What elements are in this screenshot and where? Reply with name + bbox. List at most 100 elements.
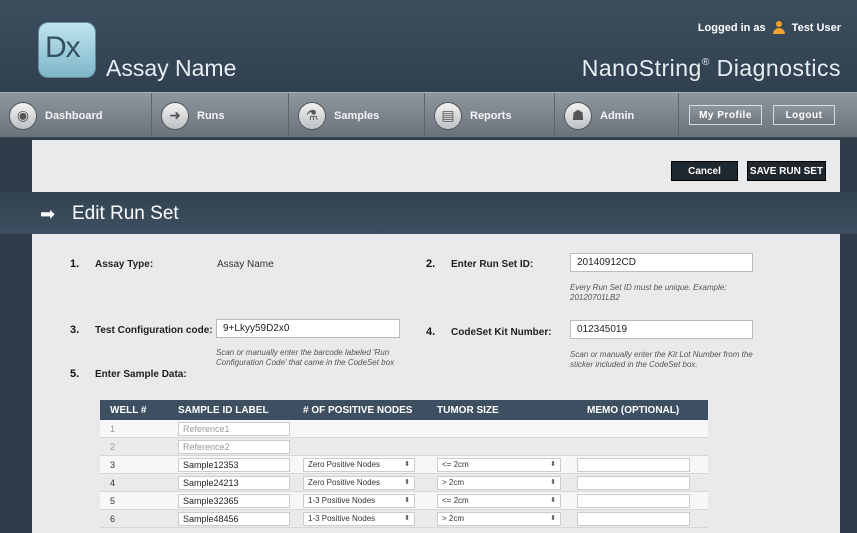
admin-icon: ☗ — [564, 101, 592, 130]
col-well: WELL # — [110, 404, 147, 416]
run-set-id-hint-line2: 20120701LB2 — [570, 293, 620, 302]
run-set-id-input[interactable]: 20140912CD — [570, 253, 753, 272]
well-number: 2 — [110, 441, 116, 452]
run-set-id-hint-line1: Every Run Set ID must be unique. Example… — [570, 283, 727, 292]
col-memo: MEMO (OPTIONAL) — [587, 404, 680, 416]
save-run-set-button[interactable]: SAVE RUN SET — [747, 161, 826, 181]
well-number: 1 — [110, 423, 116, 434]
page-title: Edit Run Set — [72, 203, 179, 224]
memo-input[interactable] — [577, 511, 690, 526]
select-arrows-icon: ⬍ — [550, 460, 556, 468]
table-row: 3 Sample12353 Zero Positive Nodes ⬍ <= 2c… — [100, 456, 708, 474]
sample-id-input[interactable]: Sample24213 — [178, 475, 290, 490]
main-content: Cancel SAVE RUN SET ➡ Edit Run Set 1. As… — [0, 140, 857, 533]
registered-mark: ® — [701, 57, 710, 68]
dx-logo: Dx — [38, 22, 96, 78]
nav-label: Dashboard — [45, 109, 103, 122]
select-arrows-icon: ⬍ — [404, 496, 410, 504]
select-arrows-icon: ⬍ — [404, 514, 410, 522]
sample-id-input[interactable]: Sample32365 — [178, 493, 290, 508]
app-header: Dx Assay Name Logged in as Test User Nan… — [0, 0, 857, 92]
step-number: 3. — [70, 324, 80, 336]
well-number: 5 — [110, 495, 116, 506]
well-number: 3 — [110, 459, 116, 470]
positive-nodes-select[interactable]: 1-3 Positive Nodes ⬍ — [303, 511, 415, 526]
user-icon — [772, 21, 786, 35]
logout-button[interactable]: Logout — [773, 105, 835, 125]
login-status: Logged in as Test User — [698, 21, 841, 35]
memo-input[interactable] — [577, 457, 690, 472]
well-number: 4 — [110, 477, 116, 488]
codeset-kit-hint-line1: Scan or manually enter the Kit Lot Numbe… — [570, 350, 753, 359]
main-nav: ◉ Dashboard ➜ Runs ⚗ Samples ▤ Reports ☗… — [0, 92, 857, 138]
sample-id-input[interactable]: Sample48456 — [178, 511, 290, 526]
positive-nodes-select[interactable]: Zero Positive Nodes ⬍ — [303, 475, 415, 490]
runs-icon: ➜ — [161, 101, 189, 130]
reports-icon: ▤ — [434, 101, 462, 130]
test-config-label: Test Configuration code: — [95, 325, 213, 336]
select-value: > 2cm — [442, 477, 465, 487]
positive-nodes-select[interactable]: Zero Positive Nodes ⬍ — [303, 457, 415, 472]
assay-type-value: Assay Name — [217, 259, 274, 270]
tumor-size-select[interactable]: > 2cm ⬍ — [437, 511, 561, 526]
nav-label: Runs — [197, 109, 225, 122]
nav-reports[interactable]: ▤ Reports — [425, 93, 555, 138]
sample-id-input[interactable]: Sample12353 — [178, 457, 290, 472]
select-value: > 2cm — [442, 513, 465, 523]
select-arrows-icon: ⬍ — [404, 478, 410, 486]
select-arrows-icon: ⬍ — [404, 460, 410, 468]
sample-data-table: WELL # SAMPLE ID LABEL # OF POSITIVE NOD… — [100, 400, 708, 528]
tumor-size-select[interactable]: <= 2cm ⬍ — [437, 493, 561, 508]
step-number: 2. — [426, 258, 436, 270]
memo-input[interactable] — [577, 475, 690, 490]
select-arrows-icon: ⬍ — [550, 496, 556, 504]
nav-label: Samples — [334, 109, 380, 122]
table-header: WELL # SAMPLE ID LABEL # OF POSITIVE NOD… — [100, 400, 708, 420]
nav-label: Reports — [470, 109, 512, 122]
memo-input[interactable] — [577, 493, 690, 508]
nav-runs[interactable]: ➜ Runs — [152, 93, 289, 138]
user-name[interactable]: Test User — [792, 22, 841, 34]
table-row: 1 Reference1 — [100, 420, 708, 438]
step-number: 1. — [70, 258, 80, 270]
col-tumor-size: TUMOR SIZE — [437, 404, 499, 416]
step-number: 4. — [426, 326, 436, 338]
my-profile-button[interactable]: My Profile — [689, 105, 762, 125]
logged-in-label: Logged in as — [697, 22, 766, 34]
codeset-kit-hint-line2: sticker included in the CodeSet box. — [570, 360, 698, 369]
arrow-right-icon: ➡ — [40, 204, 56, 224]
positive-nodes-select[interactable]: 1-3 Positive Nodes ⬍ — [303, 493, 415, 508]
tumor-size-select[interactable]: > 2cm ⬍ — [437, 475, 561, 490]
test-config-hint-line2: Configuration Code' that came in the Cod… — [216, 358, 395, 367]
cancel-button[interactable]: Cancel — [671, 161, 738, 181]
select-value: Zero Positive Nodes — [308, 459, 381, 469]
test-config-hint-line1: Scan or manually enter the barcode label… — [216, 348, 390, 357]
page-banner: ➡ Edit Run Set — [0, 192, 857, 234]
codeset-kit-input[interactable]: 012345019 — [570, 320, 753, 339]
nav-dashboard[interactable]: ◉ Dashboard — [0, 93, 152, 138]
well-number: 6 — [110, 513, 116, 524]
sample-id-field: Reference2 — [178, 439, 290, 454]
test-config-input[interactable]: 9+Lkyy59D2x0 — [216, 319, 400, 338]
select-value: <= 2cm — [442, 459, 469, 469]
col-positive-nodes: # OF POSITIVE NODES — [303, 404, 413, 416]
sample-id-field: Reference1 — [178, 421, 290, 436]
select-value: 1-3 Positive Nodes — [308, 495, 376, 505]
table-row: 4 Sample24213 Zero Positive Nodes ⬍ > 2cm… — [100, 474, 708, 492]
col-sample-id: SAMPLE ID LABEL — [178, 404, 269, 416]
select-value: 1-3 Positive Nodes — [308, 513, 376, 523]
brand-label: NanoString — [581, 55, 702, 81]
dashboard-icon: ◉ — [9, 101, 37, 130]
nav-admin[interactable]: ☗ Admin — [555, 93, 679, 138]
select-value: Zero Positive Nodes — [308, 477, 381, 487]
codeset-kit-label: CodeSet Kit Number: — [451, 327, 552, 338]
nav-label: Admin — [600, 109, 635, 122]
table-row: 6 Sample48456 1-3 Positive Nodes ⬍ > 2cm ⬍ — [100, 510, 708, 528]
select-value: <= 2cm — [442, 495, 469, 505]
sample-data-label: Enter Sample Data: — [95, 369, 187, 380]
brand-suffix: Diagnostics — [709, 55, 841, 81]
tumor-size-select[interactable]: <= 2cm ⬍ — [437, 457, 561, 472]
step-number: 5. — [70, 368, 80, 380]
table-row: 2 Reference2 — [100, 438, 708, 456]
nav-samples[interactable]: ⚗ Samples — [289, 93, 425, 138]
